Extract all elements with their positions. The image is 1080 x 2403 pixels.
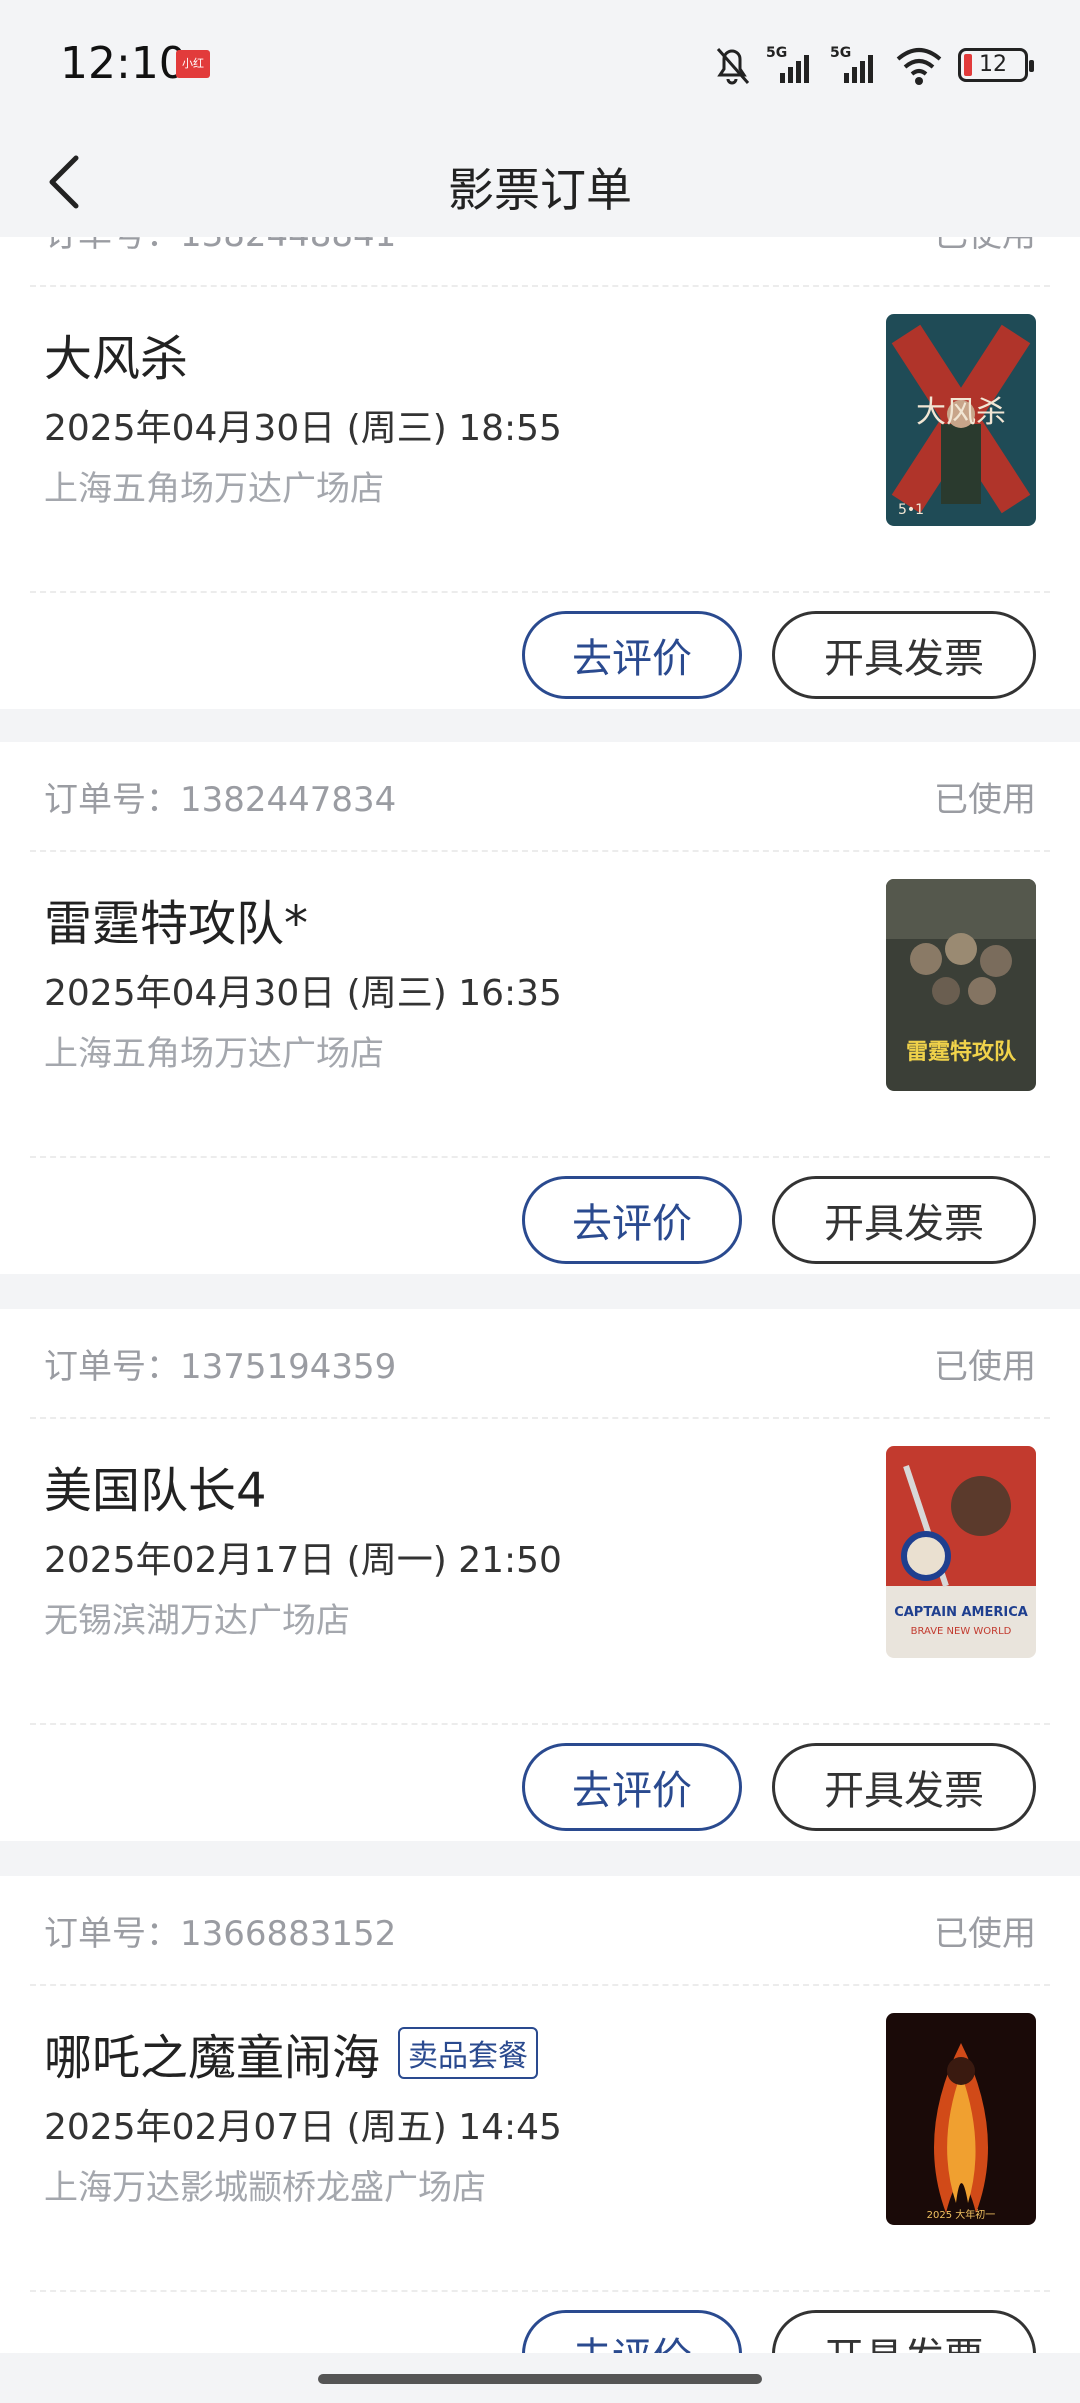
home-indicator[interactable] <box>318 2374 762 2384</box>
svg-text:5•1: 5•1 <box>898 502 924 518</box>
order-number: 订单号：1382448841 <box>44 237 396 256</box>
svg-text:大风杀: 大风杀 <box>916 395 1006 430</box>
review-button[interactable]: 去评价 <box>522 1176 742 1264</box>
signal-5g-icon: 5G <box>830 45 873 83</box>
review-button[interactable]: 去评价 <box>522 611 742 699</box>
svg-text:BRAVE NEW WORLD: BRAVE NEW WORLD <box>911 1626 1012 1637</box>
divider <box>30 1156 1050 1158</box>
show-datetime: 2025年04月30日 (周三) 16:35 <box>44 973 562 1014</box>
movie-title-row: 美国队长4 <box>44 1451 267 1521</box>
order-list[interactable]: 订单号：1382448841 已使用 大风杀 2025年04月30日 (周三) … <box>0 237 1080 2353</box>
show-datetime: 2025年02月07日 (周五) 14:45 <box>44 2107 562 2148</box>
movie-poster[interactable]: CAPTAIN AMERICA BRAVE NEW WORLD <box>886 1446 1036 1658</box>
cinema-name: 上海万达影城颛桥龙盛广场店 <box>44 2168 486 2208</box>
battery-level: 12 <box>979 52 1007 77</box>
show-datetime: 2025年02月17日 (周一) 21:50 <box>44 1540 562 1581</box>
order-number-row: 订单号：1375194359 已使用 <box>44 1309 1036 1417</box>
status-bar: 12:10 小红 5G 5G 12 <box>0 0 1080 132</box>
order-number: 订单号：1366883152 <box>44 1913 397 1954</box>
divider <box>30 591 1050 593</box>
nav-header: 影票订单 <box>0 132 1080 237</box>
order-number: 订单号：1375194359 <box>44 1346 397 1387</box>
movie-title-row: 大风杀 <box>44 319 188 389</box>
svg-text:2025 大年初一: 2025 大年初一 <box>927 2208 996 2221</box>
movie-poster[interactable]: 大风杀 5•1 <box>886 314 1036 526</box>
svg-text:5G: 5G <box>766 45 787 61</box>
divider <box>30 1417 1050 1419</box>
review-button[interactable]: 去评价 <box>522 1743 742 1831</box>
svg-text:CAPTAIN AMERICA: CAPTAIN AMERICA <box>894 1605 1028 1620</box>
order-card: 订单号：1366883152 已使用 哪吒之魔童闹海 卖品套餐 2025年02月… <box>0 1876 1080 2353</box>
divider <box>30 1723 1050 1725</box>
movie-poster[interactable]: 2025 大年初一 <box>886 2013 1036 2225</box>
movie-title: 雷霆特攻队* <box>44 896 309 952</box>
divider <box>30 850 1050 852</box>
show-datetime: 2025年04月30日 (周三) 18:55 <box>44 408 562 449</box>
order-card: 订单号：1382448841 已使用 大风杀 2025年04月30日 (周三) … <box>0 237 1080 709</box>
svg-text:雷霆特攻队: 雷霆特攻队 <box>906 1039 1017 1065</box>
order-card: 订单号：1382447834 已使用 雷霆特攻队* 2025年04月30日 (周… <box>0 742 1080 1274</box>
signal-5g-icon: 5G <box>766 45 809 83</box>
order-status: 已使用 <box>934 237 1036 256</box>
movie-title: 哪吒之魔童闹海 <box>44 2030 381 2086</box>
wifi-icon <box>896 48 942 85</box>
cinema-name: 无锡滨湖万达广场店 <box>44 1601 350 1641</box>
cinema-name: 上海五角场万达广场店 <box>44 1034 384 1074</box>
order-number-row: 订单号：1382448841 已使用 <box>44 237 1036 285</box>
order-number-row: 订单号：1382447834 已使用 <box>44 742 1036 850</box>
invoice-button[interactable]: 开具发票 <box>772 2310 1036 2353</box>
divider <box>30 285 1050 287</box>
review-button[interactable]: 去评价 <box>522 2310 742 2353</box>
movie-poster[interactable]: 雷霆特攻队 <box>886 879 1036 1091</box>
battery-icon: 12 <box>958 48 1034 82</box>
movie-title: 大风杀 <box>44 331 189 387</box>
order-card: 订单号：1375194359 已使用 美国队长4 2025年02月17日 (周一… <box>0 1309 1080 1841</box>
order-number-row: 订单号：1366883152 已使用 <box>44 1876 1036 1984</box>
order-status: 已使用 <box>934 1346 1036 1387</box>
order-status: 已使用 <box>934 779 1036 820</box>
svg-text:5G: 5G <box>830 45 851 61</box>
cinema-name: 上海五角场万达广场店 <box>44 469 384 509</box>
order-status: 已使用 <box>934 1913 1036 1954</box>
invoice-button[interactable]: 开具发票 <box>772 1176 1036 1264</box>
app-notification-icon: 小红 <box>176 50 210 78</box>
invoice-button[interactable]: 开具发票 <box>772 611 1036 699</box>
divider <box>30 1984 1050 1986</box>
invoice-button[interactable]: 开具发票 <box>772 1743 1036 1831</box>
page-title: 影票订单 <box>448 163 632 217</box>
order-number: 订单号：1382447834 <box>44 779 397 820</box>
movie-title-row: 雷霆特攻队* <box>44 884 308 954</box>
movie-title-row: 哪吒之魔童闹海 卖品套餐 <box>44 2018 539 2088</box>
status-icons: 5G 5G 12 <box>712 40 1034 90</box>
divider <box>30 2290 1050 2292</box>
status-time: 12:10 <box>60 38 187 89</box>
movie-title: 美国队长4 <box>44 1463 267 1519</box>
mute-bell-icon <box>716 48 750 85</box>
combo-tag: 卖品套餐 <box>398 2027 539 2079</box>
